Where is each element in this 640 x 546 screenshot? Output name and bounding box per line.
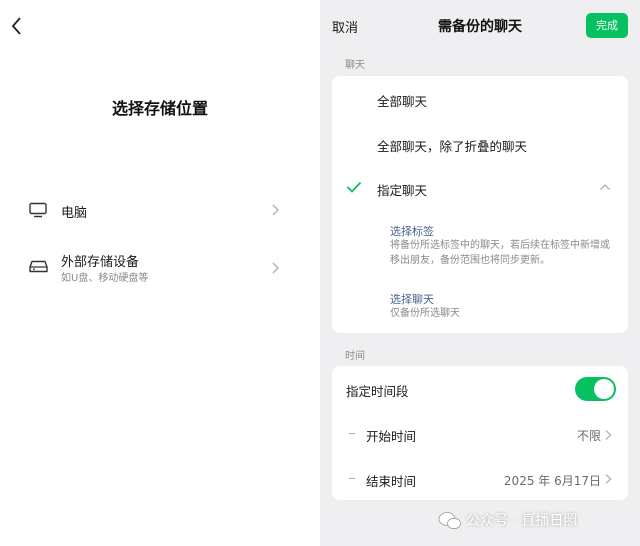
end-time-label: 结束时间 bbox=[366, 474, 417, 489]
backup-chats-panel: 取消 需备份的聊天 完成 聊天 全部聊天 全部聊天，除了折叠的聊天 指定聊天 选… bbox=[320, 0, 640, 546]
option-specified-chats[interactable]: 指定聊天 bbox=[332, 165, 628, 209]
back-button[interactable] bbox=[6, 14, 26, 38]
done-button[interactable]: 完成 bbox=[586, 13, 628, 38]
time-range-toggle[interactable] bbox=[575, 377, 616, 401]
option-all-except-folded[interactable]: 全部聊天，除了折叠的聊天 bbox=[332, 120, 628, 165]
watermark-text: 公众号 · 直播日照 bbox=[466, 513, 578, 529]
start-time-value: 不限 bbox=[576, 429, 601, 443]
sub-option-select-tags[interactable]: 选择标签 将备份所选标签中的聊天，若后续在标签中新增或移出朋友，备份范围也将同步… bbox=[332, 219, 628, 269]
chevron-right-icon bbox=[272, 204, 280, 216]
chevron-right-icon bbox=[272, 262, 280, 274]
drive-icon bbox=[29, 260, 48, 273]
start-time-label: 开始时间 bbox=[366, 429, 417, 444]
option-computer-label: 电脑 bbox=[61, 206, 88, 221]
start-time-row[interactable]: 开始时间 不限 bbox=[332, 411, 628, 456]
end-time-value: 2025 年 6月17日 bbox=[503, 474, 601, 488]
page-title: 选择存储位置 bbox=[111, 99, 208, 118]
sub-option-title: 选择聊天 bbox=[390, 293, 434, 306]
toggle-label: 指定时间段 bbox=[346, 384, 409, 399]
monitor-icon bbox=[29, 202, 47, 218]
cancel-button[interactable]: 取消 bbox=[332, 17, 358, 36]
page-title: 需备份的聊天 bbox=[438, 19, 522, 35]
option-all-chats[interactable]: 全部聊天 bbox=[332, 76, 628, 120]
specify-time-range-row: 指定时间段 bbox=[332, 366, 628, 411]
end-time-row[interactable]: 结束时间 2025 年 6月17日 bbox=[332, 456, 628, 500]
storage-location-panel: 选择存储位置 电脑 外部存储设备 如U盘、移动硬盘等 bbox=[0, 0, 320, 546]
time-range-card: 指定时间段 开始时间 不限 结束时间 2025 年 6月17日 bbox=[332, 366, 628, 500]
sub-option-desc: 将备份所选标签中的聊天，若后续在标签中新增或移出朋友，备份范围也将同步更新。 bbox=[390, 240, 610, 266]
section-label-time: 时间 bbox=[345, 351, 365, 362]
sub-option-select-chats[interactable]: 选择聊天 仅备份所选聊天 bbox=[332, 287, 628, 323]
sub-option-desc: 仅备份所选聊天 bbox=[390, 308, 460, 319]
option-external-label: 外部存储设备 bbox=[61, 255, 140, 270]
chevron-up-icon[interactable] bbox=[599, 183, 611, 191]
toggle-knob bbox=[594, 379, 614, 399]
checkmark-icon bbox=[346, 181, 362, 193]
section-label-chats: 聊天 bbox=[345, 60, 365, 71]
sub-option-title: 选择标签 bbox=[390, 225, 434, 238]
dash-icon bbox=[349, 477, 355, 480]
option-label: 指定聊天 bbox=[377, 183, 428, 198]
option-label: 全部聊天 bbox=[377, 94, 428, 109]
chevron-left-icon bbox=[11, 17, 21, 35]
option-label: 全部聊天，除了折叠的聊天 bbox=[377, 139, 528, 154]
chevron-right-icon bbox=[605, 430, 612, 440]
dash-icon bbox=[349, 432, 355, 435]
option-external-sub: 如U盘、移动硬盘等 bbox=[61, 273, 149, 284]
chevron-right-icon bbox=[605, 474, 612, 484]
option-computer[interactable]: 电脑 bbox=[0, 194, 320, 226]
chat-scope-card: 全部聊天 全部聊天，除了折叠的聊天 指定聊天 选择标签 将备份所选标签中的聊天，… bbox=[332, 76, 628, 333]
wechat-icon bbox=[438, 512, 461, 530]
option-external-storage[interactable]: 外部存储设备 如U盘、移动硬盘等 bbox=[0, 248, 320, 288]
